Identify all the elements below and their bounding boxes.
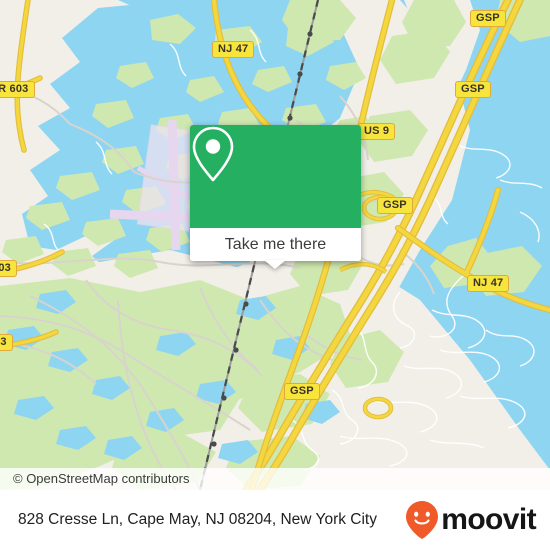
popup-card-pointer [264,260,286,269]
road-shield-gsp-3: GSP [377,197,413,214]
map-attribution-bar: © OpenStreetMap contributors [0,468,550,490]
moovit-wordmark: moovit [441,503,536,536]
moovit-map-screenshot: GSP NJ 47 GSP CR 603 US 9 GSP 603 NJ 47 … [0,0,550,550]
road-shield-us9: US 9 [358,123,396,140]
destination-popup-card[interactable]: Take me there [190,125,361,261]
popup-card-footer[interactable]: Take me there [190,228,361,261]
osm-attribution-text[interactable]: © OpenStreetMap contributors [13,471,190,486]
address-title: 828 Cresse Ln, Cape May, NJ 08204, New Y… [18,511,377,528]
road-shield-nj47-2: NJ 47 [467,275,510,292]
footer-bar: 828 Cresse Ln, Cape May, NJ 08204, New Y… [0,490,550,550]
road-shield-cr603-3: 03 [0,334,13,351]
take-me-there-label: Take me there [224,235,327,253]
map-canvas[interactable]: GSP NJ 47 GSP CR 603 US 9 GSP 603 NJ 47 … [0,0,550,490]
road-shield-cr603-2: 603 [0,260,17,277]
popup-card-header [190,125,361,228]
road-shield-gsp-4: GSP [284,383,320,400]
road-shield-cr603-1: CR 603 [0,81,35,98]
road-shield-gsp-1: GSP [470,10,506,27]
road-shield-nj47-1: NJ 47 [212,41,255,58]
moovit-pin-smiley-icon [406,501,439,539]
road-shield-gsp-2: GSP [455,81,491,98]
map-pin-icon [192,126,234,182]
moovit-brand[interactable]: moovit [405,500,537,540]
